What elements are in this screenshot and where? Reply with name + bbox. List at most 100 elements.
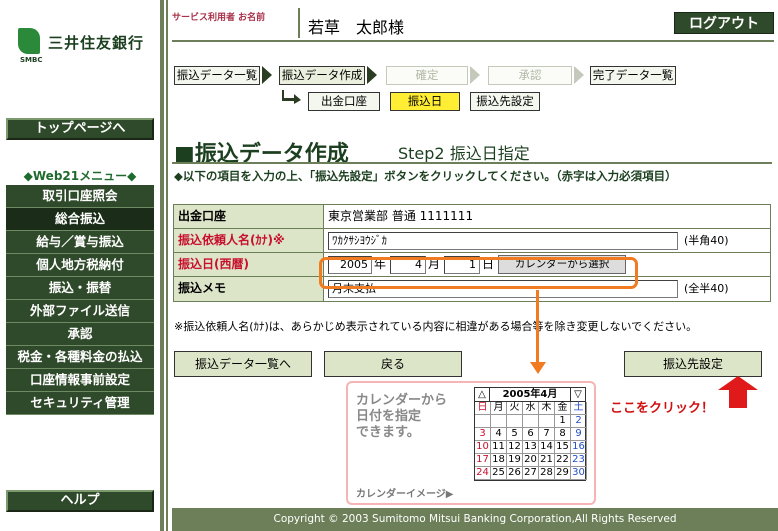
user-label: サービス利用者 お名前 [172,13,266,23]
header-separator [298,8,300,38]
calendar-day: 11 [491,441,507,454]
calendar-day: 3 [475,428,491,441]
calendar-day: 14 [539,441,555,454]
calendar-day [523,415,539,428]
step-transfer-list: 振込データ一覧 [174,66,260,85]
substep-date: 振込日 [390,92,460,111]
sidebar-item-local-tax[interactable]: 個人地方税納付 [6,254,154,277]
sidebar-divider-inner [166,0,168,531]
calendar-day: 12 [507,441,523,454]
calendar-day: 29 [555,467,571,480]
calendar-day: 15 [555,441,571,454]
weekday-header: 木 [539,402,555,415]
calendar-image-label: カレンダーイメージ▶ [356,489,454,500]
calendar-desc-line: 日付を指定 [356,409,422,424]
sidebar-item-tax-payment[interactable]: 税金・各種料金の払込 [6,346,154,369]
form-note: ※振込依頼人名(ｶﾅ)は、あらかじめ表示されている内容に相違がある場合等を除き変… [174,320,698,333]
calendar-day: 21 [539,454,555,467]
top-page-button[interactable]: トップページへ [6,118,154,140]
help-button[interactable]: ヘルプ [6,490,154,512]
substep-account: 出金口座 [308,92,380,111]
calendar-description: カレンダーから 日付を指定 できます。 [356,393,447,441]
calendar-day: 4 [491,428,507,441]
account-value: 東京営業部 普通 1111111 [324,205,770,228]
weekday-header: 土 [571,402,587,415]
instruction-text: ◆以下の項目を入力の上、「振込先設定」ボタンをクリックしてください。（赤字は入力… [174,169,677,183]
sidebar-item-account-presetting[interactable]: 口座情報事前設定 [6,369,154,392]
step-arrow-icon [367,66,377,84]
memo-label: 振込メモ [174,277,324,301]
sidebar-item-file-send[interactable]: 外部ファイル送信 [6,300,154,323]
weekday-header: 水 [523,402,539,415]
calendar-day: 23 [571,454,587,467]
smbc-mark-icon [18,28,40,54]
form-row-account: 出金口座 東京営業部 普通 1111111 [174,205,770,229]
callout-arrow-icon [530,362,546,374]
requester-input[interactable]: ﾜｶｸｻｼﾖｳｼﾞｶ [328,232,678,250]
mini-calendar-header: △ 2005年4月 ▽ [475,388,585,402]
weekday-header: 日 [475,402,491,415]
weekday-header: 金 [555,402,571,415]
calendar-day: 22 [555,454,571,467]
sidebar-item-security[interactable]: セキュリティ管理 [6,392,154,415]
calendar-day [539,415,555,428]
date-label: 振込日(西暦) [174,253,324,276]
bank-name: 三井住友銀行 [48,34,145,52]
sidebar-item-bulk-transfer[interactable]: 総合振込 [6,208,154,231]
sidebar-item-transfer[interactable]: 振込・振替 [6,277,154,300]
calendar-day: 26 [507,467,523,480]
mini-calendar: △ 2005年4月 ▽ 日月火水木金土 1 2 3 4 5 6 7 8 9 10 11 12 13 14 15… [474,387,587,481]
step-arrow-icon [262,66,272,84]
logout-button[interactable]: ログアウト [674,12,774,34]
payee-setting-button[interactable]: 振込先設定 [624,351,762,377]
page-root: 三井住友銀行 SMBC トップページへ ◆Web21メニュー◆ 取引口座照会 総… [0,0,778,531]
substep-arrow-icon [282,90,301,104]
step-completed-list: 完了データ一覧 [590,66,676,85]
sidebar-menu: 取引口座照会 総合振込 給与／賞与振込 個人地方税納付 振込・振替 外部ファイル… [6,185,154,415]
calendar-day [507,415,523,428]
next-month-icon: ▽ [574,389,582,400]
requester-label: 振込依頼人名(ｶﾅ)※ [174,229,324,252]
step-arrow-icon [574,66,584,84]
calendar-day: 8 [555,428,571,441]
sidebar-item-salary-transfer[interactable]: 給与／賞与振込 [6,231,154,254]
header-line [172,40,774,42]
calendar-day: 9 [571,428,587,441]
step-create-data: 振込データ作成 [279,66,365,85]
footer-copyright: Copyright © 2003 Sumitomo Mitsui Banking… [172,508,778,531]
step-approval: 承認 [488,66,572,85]
calendar-callout: カレンダーから 日付を指定 できます。 カレンダーイメージ▶ △ 2005年4月… [346,381,596,505]
title-line [172,162,772,164]
bank-sub: SMBC [20,56,43,64]
calendar-desc-line: できます。 [356,425,420,440]
user-name: 若草 太郎様 [308,18,405,37]
calendar-day: 1 [555,415,571,428]
click-here-label: ここをクリック！ [610,401,715,416]
substep-payee: 振込先設定 [470,92,540,111]
calendar-day: 6 [523,428,539,441]
page-step: Step2 振込日指定 [398,144,530,163]
calendar-day: 5 [507,428,523,441]
transfer-list-button[interactable]: 振込データ一覧へ [174,351,312,377]
memo-hint: (全半40) [684,282,729,295]
requester-hint: (半角40) [684,234,729,247]
mini-calendar-grid: 日月火水木金土 1 2 3 4 5 6 7 8 9 10 11 12 13 14 15 16 17 18 19 20 21… [475,402,587,480]
calendar-day: 2 [571,415,587,428]
calendar-day: 16 [571,441,587,454]
red-up-arrow-icon [718,376,758,408]
sidebar-item-approval[interactable]: 承認 [6,323,154,346]
date-highlight [319,257,638,289]
sidebar: 三井住友銀行 SMBC トップページへ ◆Web21メニュー◆ 取引口座照会 総… [0,0,160,531]
step-arrow-icon [470,66,480,84]
calendar-day [475,415,491,428]
bank-logo[interactable]: 三井住友銀行 SMBC [18,28,152,66]
callout-connector [536,290,539,364]
calendar-day: 27 [523,467,539,480]
requester-cell: ﾜｶｸｻｼﾖｳｼﾞｶ (半角40) [324,229,770,252]
sidebar-item-account-inquiry[interactable]: 取引口座照会 [6,185,154,208]
calendar-day: 25 [491,467,507,480]
calendar-day: 19 [507,454,523,467]
step-confirm: 確定 [386,66,468,85]
prev-month-icon: △ [478,389,486,400]
back-button[interactable]: 戻る [324,351,462,377]
